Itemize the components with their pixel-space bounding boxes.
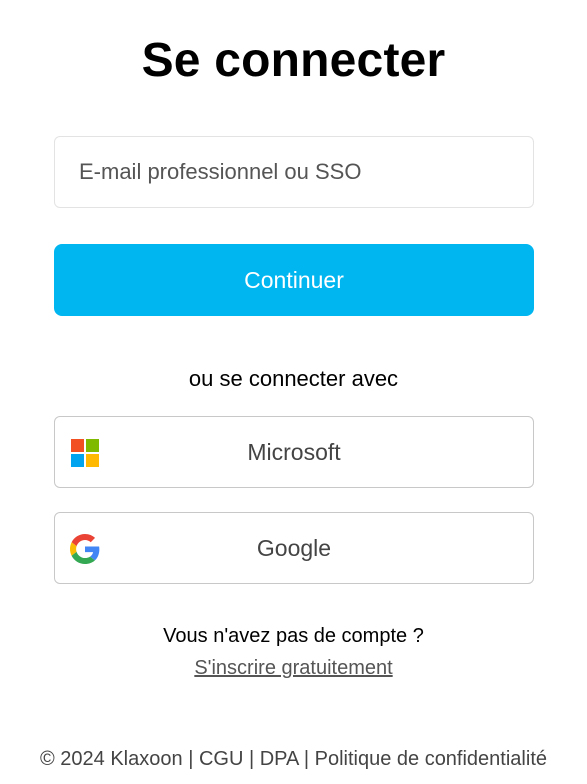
continue-button[interactable]: Continuer bbox=[54, 244, 534, 316]
footer-separator: | bbox=[303, 748, 310, 770]
footer-link-dpa[interactable]: DPA bbox=[260, 748, 299, 770]
no-account-text: Vous n'avez pas de compte ? bbox=[163, 625, 424, 647]
google-login-label: Google bbox=[256, 534, 332, 561]
google-login-button[interactable]: Google bbox=[54, 512, 534, 584]
microsoft-login-label: Microsoft bbox=[247, 438, 341, 465]
footer-link-privacy[interactable]: Politique de confidentialité bbox=[315, 748, 547, 770]
footer-separator: | bbox=[248, 748, 255, 770]
email-field[interactable] bbox=[54, 136, 534, 208]
footer-link-cgu[interactable]: CGU bbox=[199, 748, 243, 770]
page-title: Se connecter bbox=[141, 34, 446, 87]
copyright-text: © 2024 Klaxoon bbox=[40, 748, 183, 770]
footer: © 2024 Klaxoon | CGU | DPA | Politique d… bbox=[0, 746, 587, 772]
signup-link[interactable]: S'inscrire gratuitement bbox=[194, 657, 392, 679]
footer-separator: | bbox=[188, 748, 194, 770]
microsoft-login-button[interactable]: Microsoft bbox=[54, 416, 534, 488]
alternate-login-text: ou se connecter avec bbox=[188, 366, 399, 391]
